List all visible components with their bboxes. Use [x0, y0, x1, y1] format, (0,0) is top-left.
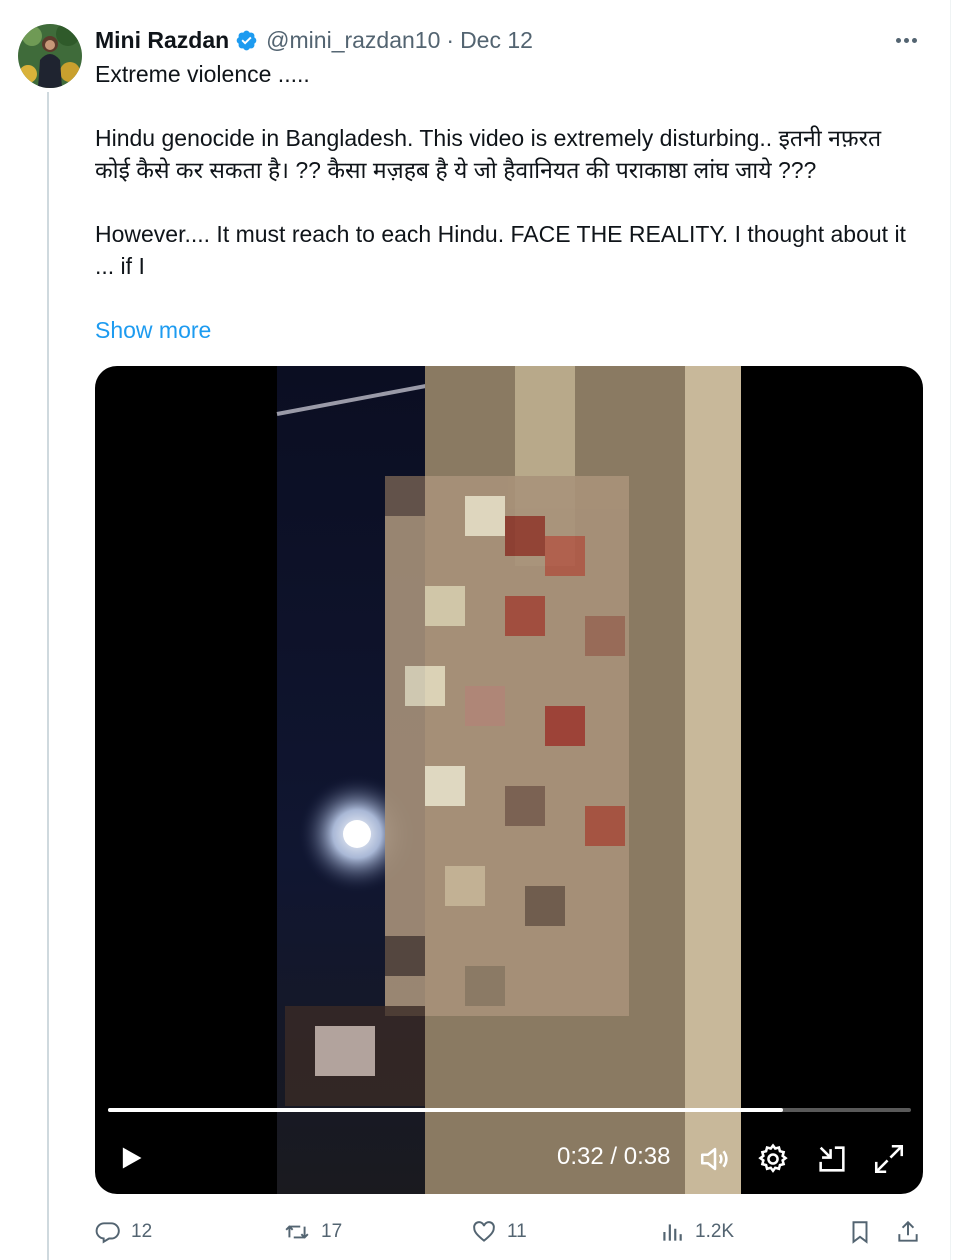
- view-count: 1.2K: [695, 1221, 735, 1242]
- video-progress-fill: [108, 1108, 783, 1112]
- gear-icon: [758, 1143, 788, 1173]
- play-icon: [122, 1147, 142, 1169]
- more-options-button[interactable]: [891, 28, 921, 52]
- play-button[interactable]: [117, 1144, 145, 1172]
- show-more-link[interactable]: Show more: [95, 314, 211, 346]
- video-time: 0:32 / 0:38: [557, 1142, 670, 1172]
- settings-button[interactable]: [756, 1142, 790, 1176]
- reply-icon: [95, 1222, 120, 1244]
- fullscreen-button[interactable]: [872, 1142, 906, 1176]
- time-separator: /: [610, 1143, 618, 1170]
- volume-button[interactable]: [698, 1142, 732, 1176]
- fullscreen-icon: [874, 1144, 904, 1174]
- bookmark-icon: [852, 1221, 868, 1244]
- heart-icon: [473, 1221, 495, 1242]
- like-button[interactable]: 11: [471, 1212, 527, 1252]
- repost-count: 17: [321, 1221, 343, 1242]
- video-player[interactable]: 0:32 / 0:38: [95, 366, 923, 1194]
- author-name[interactable]: Mini Razdan: [95, 27, 229, 54]
- author-handle[interactable]: @mini_razdan10: [266, 27, 440, 54]
- avatar[interactable]: [18, 24, 82, 88]
- like-count: 11: [507, 1221, 527, 1242]
- video-frame: [276, 366, 741, 1194]
- separator-dot: ·: [446, 26, 455, 53]
- tweet-actions: 12 17 11 1.2K: [95, 1212, 925, 1252]
- column-border: [950, 0, 951, 1260]
- views-chart-icon: [663, 1224, 682, 1241]
- reply-count: 12: [131, 1221, 153, 1242]
- more-horizontal-icon: [895, 37, 901, 43]
- volume-icon: [700, 1147, 728, 1171]
- share-button[interactable]: [895, 1212, 931, 1252]
- repost-icon: [285, 1225, 309, 1239]
- dock-button[interactable]: [815, 1142, 849, 1176]
- thread-line: [47, 92, 49, 1260]
- views-button[interactable]: 1.2K: [659, 1212, 734, 1252]
- tweet-line: Extreme violence .....: [95, 61, 310, 87]
- tweet-line: Hindu genocide in Bangladesh. This video…: [95, 125, 882, 183]
- share-icon: [898, 1220, 918, 1242]
- picture-in-picture-icon: [819, 1146, 845, 1172]
- tweet-date[interactable]: Dec 12: [460, 27, 533, 54]
- tweet-text: Extreme violence ..... Hindu genocide in…: [95, 58, 915, 282]
- repost-button[interactable]: 17: [283, 1212, 342, 1252]
- video-progress-bar[interactable]: [108, 1108, 911, 1112]
- reply-button[interactable]: 12: [95, 1212, 152, 1252]
- current-time: 0:32: [557, 1143, 604, 1170]
- tweet-line: However.... It must reach to each Hindu.…: [95, 221, 906, 279]
- tweet-header: Mini Razdan @mini_razdan10 · Dec 12: [95, 24, 919, 56]
- verified-badge-icon: [236, 30, 257, 50]
- bookmark-button[interactable]: [847, 1212, 883, 1252]
- duration: 0:38: [623, 1143, 671, 1170]
